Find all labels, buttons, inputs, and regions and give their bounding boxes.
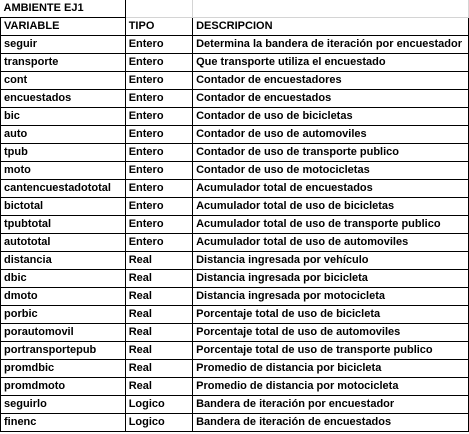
type-cell[interactable]: Logico [124, 395, 194, 414]
type-cell[interactable]: Entero [124, 53, 194, 72]
table-row: moto Entero Contador de uso de motocicleta… [0, 161, 469, 180]
type-cell[interactable]: Real [124, 287, 194, 306]
description-cell[interactable]: Acumulador total de uso de automoviles [192, 233, 469, 252]
table-row: porautomovil Real Porcentaje total de uso … [0, 323, 469, 342]
type-cell[interactable]: Entero [124, 197, 194, 216]
variable-cell[interactable]: encuestados [0, 89, 126, 108]
table-row: porbic Real Porcentaje total de uso de bic… [0, 305, 469, 324]
table-row: cont Entero Contador de encuestadores [0, 71, 469, 90]
type-cell[interactable]: Real [124, 269, 194, 288]
description-cell[interactable]: Porcentaje total de uso de transporte pu… [192, 341, 469, 360]
variable-cell[interactable]: tpubtotal [0, 215, 126, 234]
type-cell[interactable]: Entero [124, 143, 194, 162]
type-cell[interactable]: Entero [124, 35, 194, 54]
description-cell[interactable]: Que transporte utiliza el encuestado [192, 53, 469, 72]
variable-cell[interactable]: seguir [0, 35, 126, 54]
description-cell[interactable]: Promedio de distancia por bicicleta [192, 359, 469, 378]
description-cell[interactable]: Contador de uso de motocicletas [192, 161, 469, 180]
type-cell[interactable]: Real [124, 359, 194, 378]
description-cell[interactable]: Contador de uso de automoviles [192, 125, 469, 144]
variable-cell[interactable]: bictotal [0, 197, 126, 216]
type-cell[interactable]: Real [124, 305, 194, 324]
description-cell[interactable]: Porcentaje total de uso de automoviles [192, 323, 469, 342]
sheet-title-cell[interactable]: AMBIENTE EJ1 [0, 0, 126, 18]
type-cell[interactable]: Entero [124, 125, 194, 144]
variable-cell[interactable]: porautomovil [0, 323, 126, 342]
type-cell[interactable]: Entero [124, 179, 194, 198]
header-cell-descripcion[interactable]: DESCRIPCION [192, 17, 469, 36]
description-cell[interactable]: Distancia ingresada por motocicleta [192, 287, 469, 306]
variable-cell[interactable]: seguirlo [0, 395, 126, 414]
variable-cell[interactable]: promdbic [0, 359, 126, 378]
type-cell[interactable]: Entero [124, 215, 194, 234]
variable-cell[interactable]: porbic [0, 305, 126, 324]
table-row: cantencuestadototal Entero Acumulador tota… [0, 179, 469, 198]
table-row: bictotal Entero Acumulador total de uso de… [0, 197, 469, 216]
table-row: bic Entero Contador de uso de bicicletas [0, 107, 469, 126]
spreadsheet-grid: AMBIENTE EJ1 VARIABLE TIPO DESCRIPCION s… [0, 0, 469, 432]
title-row: AMBIENTE EJ1 [0, 0, 469, 18]
table-row: autototal Entero Acumulador total de uso d… [0, 233, 469, 252]
description-cell[interactable]: Contador de uso de transporte publico [192, 143, 469, 162]
table-row: portransportepub Real Porcentaje total de … [0, 341, 469, 360]
description-cell[interactable]: Distancia ingresada por bicicleta [192, 269, 469, 288]
variable-cell[interactable]: bic [0, 107, 126, 126]
type-cell[interactable]: Entero [124, 233, 194, 252]
variable-cell[interactable]: moto [0, 161, 126, 180]
empty-cell[interactable] [125, 0, 194, 18]
variable-cell[interactable]: auto [0, 125, 126, 144]
type-cell[interactable]: Entero [124, 161, 194, 180]
table-row: dbic Real Distancia ingresada por biciclet… [0, 269, 469, 288]
description-cell[interactable]: Bandera de iteración de encuestados [192, 413, 469, 432]
type-cell[interactable]: Entero [124, 107, 194, 126]
table-row: encuestados Entero Contador de encuestados [0, 89, 469, 108]
description-cell[interactable]: Acumulador total de encuestados [192, 179, 469, 198]
type-cell[interactable]: Real [124, 323, 194, 342]
header-cell-variable[interactable]: VARIABLE [0, 17, 126, 36]
variable-cell[interactable]: distancia [0, 251, 126, 270]
description-cell[interactable]: Acumulador total de uso de transporte pu… [192, 215, 469, 234]
variable-cell[interactable]: portransportepub [0, 341, 126, 360]
variable-cell[interactable]: cantencuestadototal [0, 179, 126, 198]
table-row: tpub Entero Contador de uso de transporte … [0, 143, 469, 162]
header-row: VARIABLE TIPO DESCRIPCION [0, 17, 469, 36]
variable-cell[interactable]: dbic [0, 269, 126, 288]
variable-cell[interactable]: finenc [0, 413, 126, 432]
table-row: transporte Entero Que transporte utiliza e… [0, 53, 469, 72]
type-cell[interactable]: Real [124, 377, 194, 396]
type-cell[interactable]: Logico [124, 413, 194, 432]
variable-cell[interactable]: tpub [0, 143, 126, 162]
variable-cell[interactable]: cont [0, 71, 126, 90]
variable-cell[interactable]: autototal [0, 233, 126, 252]
description-cell[interactable]: Distancia ingresada por vehículo [192, 251, 469, 270]
description-cell[interactable]: Bandera de iteración por encuestador [192, 395, 469, 414]
description-cell[interactable]: Contador de uso de bicicletas [192, 107, 469, 126]
table-row: tpubtotal Entero Acumulador total de uso d… [0, 215, 469, 234]
table-row: promdbic Real Promedio de distancia por bi… [0, 359, 469, 378]
description-cell[interactable]: Determina la bandera de iteración por en… [192, 35, 469, 54]
description-cell[interactable]: Contador de encuestados [192, 89, 469, 108]
table-row: seguirlo Logico Bandera de iteración por e… [0, 395, 469, 414]
type-cell[interactable]: Real [124, 341, 194, 360]
table-row: seguir Entero Determina la bandera de iter… [0, 35, 469, 54]
header-cell-tipo[interactable]: TIPO [124, 17, 194, 36]
table-row: finenc Logico Bandera de iteración de encu… [0, 413, 469, 432]
table-row: promdmoto Real Promedio de distancia por m… [0, 377, 469, 396]
description-cell[interactable]: Promedio de distancia por motocicleta [192, 377, 469, 396]
variable-cell[interactable]: dmoto [0, 287, 126, 306]
empty-cell[interactable] [192, 0, 469, 18]
type-cell[interactable]: Real [124, 251, 194, 270]
type-cell[interactable]: Entero [124, 71, 194, 90]
description-cell[interactable]: Porcentaje total de uso de bicicleta [192, 305, 469, 324]
table-row: distancia Real Distancia ingresada por veh… [0, 251, 469, 270]
variables-table: AMBIENTE EJ1 VARIABLE TIPO DESCRIPCION s… [0, 0, 469, 432]
description-cell[interactable]: Contador de encuestadores [192, 71, 469, 90]
type-cell[interactable]: Entero [124, 89, 194, 108]
description-cell[interactable]: Acumulador total de uso de bicicletas [192, 197, 469, 216]
variable-cell[interactable]: promdmoto [0, 377, 126, 396]
table-row: dmoto Real Distancia ingresada por motocic… [0, 287, 469, 306]
table-row: auto Entero Contador de uso de automoviles [0, 125, 469, 144]
variable-cell[interactable]: transporte [0, 53, 126, 72]
